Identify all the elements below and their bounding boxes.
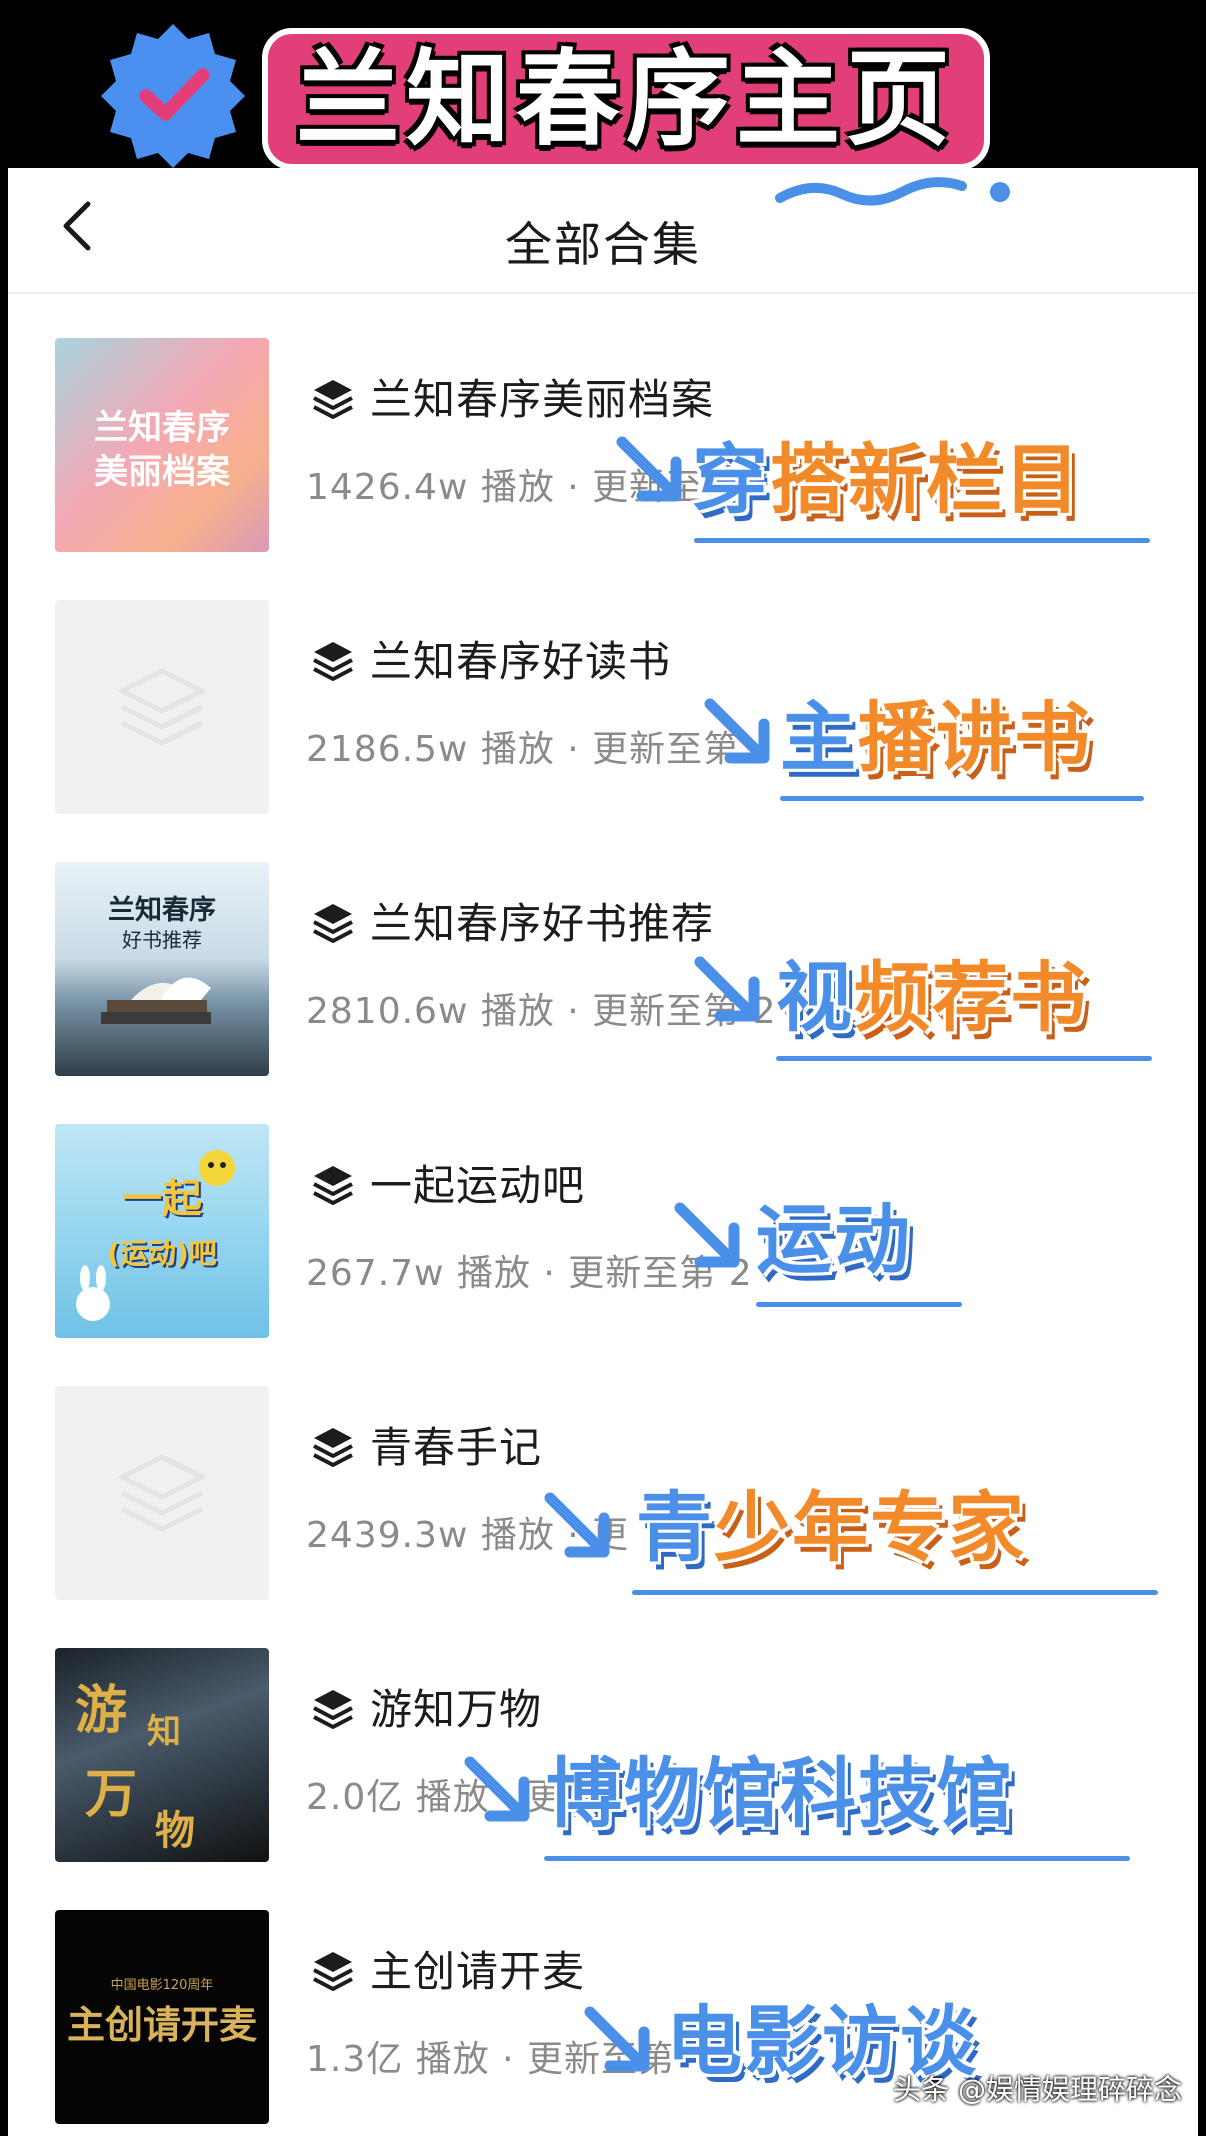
bunny-icon (76, 1265, 110, 1321)
collection-stack-icon (313, 904, 353, 943)
thumbnail-text: 主创请开麦 (66, 2003, 257, 2047)
callout-char: 青 (636, 1483, 714, 1572)
thumbnail-text: 知 (147, 1712, 181, 1752)
top-banner: 兰知春序主页 (0, 0, 1206, 170)
callout-label: 博物馆科技馆 (546, 1746, 1014, 1842)
callout-char: 访 (822, 1997, 900, 2086)
callout-char: 书 (1014, 693, 1092, 782)
arrow-down-right-icon (674, 1202, 740, 1268)
callout-label: 运动 (756, 1192, 912, 1288)
collection-thumbnail: 一起 (运动)吧 (55, 1124, 269, 1338)
callout-underline (756, 1302, 962, 1307)
callout-char: 运 (756, 1195, 834, 1284)
collection-meta: 2186.5w 播放 · 更新至第 (306, 729, 741, 770)
callout-char: 目 (1004, 435, 1082, 524)
collection-thumbnail: 中国电影120周年 主创请开麦 (55, 1910, 269, 2124)
callout-char: 物 (624, 1749, 702, 1838)
collection-item[interactable]: 一起 (运动)吧 一起运动吧 267.7w 播放 · 更新至第 2 (8, 1124, 1198, 1344)
collection-title: 主创请开麦 (370, 1947, 586, 1996)
callout-underline (632, 1590, 1158, 1595)
callout-char: 新 (848, 435, 926, 524)
callout-char: 播 (858, 693, 936, 782)
thumbnail-text: 物 (155, 1807, 195, 1854)
collection-thumbnail-placeholder (55, 600, 269, 814)
verified-check-icon (101, 24, 245, 168)
callout-char: 馆 (936, 1749, 1014, 1838)
callout-char: 栏 (926, 435, 1004, 524)
callout-char: 视 (776, 953, 854, 1042)
banner-title: 兰知春序主页 (262, 28, 991, 170)
books-illustration-icon (101, 977, 211, 1024)
mascot-icon (199, 1150, 235, 1186)
callout-char: 馆 (702, 1749, 780, 1838)
callout-label: 青少年专家 (636, 1480, 1026, 1576)
callout-char: 博 (546, 1749, 624, 1838)
collection-stack-icon (313, 1690, 353, 1729)
callout-underline (544, 1856, 1130, 1861)
thumbnail-text: 中国电影120周年 (110, 1978, 214, 1993)
callout-char: 穿 (692, 435, 770, 524)
callout-char: 电 (666, 1997, 744, 2086)
callout-char: 影 (744, 1997, 822, 2086)
callout-label: 主播讲书 (780, 690, 1092, 786)
callout-underline (776, 1056, 1152, 1061)
collection-thumbnail-placeholder (55, 1386, 269, 1600)
callout-char: 科 (780, 1749, 858, 1838)
collection-title: 一起运动吧 (370, 1161, 586, 1210)
collection-thumbnail: 兰知春序 美丽档案 (55, 338, 269, 552)
arrow-down-right-icon (616, 436, 682, 502)
callout-char: 主 (780, 693, 858, 782)
collection-stack-icon (313, 1952, 353, 1991)
arrow-down-right-icon (704, 698, 770, 764)
callout-char: 技 (858, 1749, 936, 1838)
thumbnail-text: 美丽档案 (94, 452, 230, 492)
collection-title: 游知万物 (370, 1685, 543, 1734)
collection-title: 兰知春序美丽档案 (370, 375, 715, 424)
callout-char: 书 (1010, 953, 1088, 1042)
callout-char: 少 (714, 1483, 792, 1572)
callout-char: 动 (834, 1195, 912, 1284)
collection-thumbnail: 兰知春序 好书推荐 (55, 862, 269, 1076)
thumbnail-text: 好书推荐 (122, 928, 202, 952)
thumbnail-text: 兰知春序 (108, 895, 216, 926)
collection-title: 兰知春序好读书 (370, 637, 672, 686)
callout-char: 专 (870, 1483, 948, 1572)
callout-label: 视频荐书 (776, 950, 1088, 1046)
callout-label: 穿搭新栏目 (692, 432, 1082, 528)
callout-char: 搭 (770, 435, 848, 524)
arrow-down-right-icon (694, 956, 760, 1022)
placeholder-stack-icon (116, 668, 208, 746)
thumbnail-text: 游 (75, 1680, 128, 1741)
thumbnail-text: 万 (85, 1764, 138, 1825)
arrow-down-right-icon (584, 2006, 650, 2072)
watermark: 头条 @娱情娱理碎碎念 (893, 2073, 1182, 2106)
collection-stack-icon (313, 1428, 353, 1467)
callout-underline (694, 538, 1150, 543)
callout-char: 年 (792, 1483, 870, 1572)
callout-char: 家 (948, 1483, 1026, 1572)
arrow-down-right-icon (544, 1492, 610, 1558)
squiggle-decoration-icon (775, 177, 1010, 206)
collection-stack-icon (313, 380, 353, 419)
callout-char: 频 (854, 953, 932, 1042)
collection-title: 青春手记 (370, 1423, 543, 1472)
collection-thumbnail: 游 知 万 物 (55, 1648, 269, 1862)
callout-char: 荐 (932, 953, 1010, 1042)
arrow-down-right-icon (464, 1756, 530, 1822)
thumbnail-text: 兰知春序 (94, 408, 230, 448)
collection-stack-icon (313, 1166, 353, 1205)
collection-title: 兰知春序好书推荐 (370, 899, 715, 948)
placeholder-stack-icon (116, 1454, 208, 1532)
collection-stack-icon (313, 642, 353, 681)
callout-char: 讲 (936, 693, 1014, 782)
callout-underline (780, 796, 1144, 801)
